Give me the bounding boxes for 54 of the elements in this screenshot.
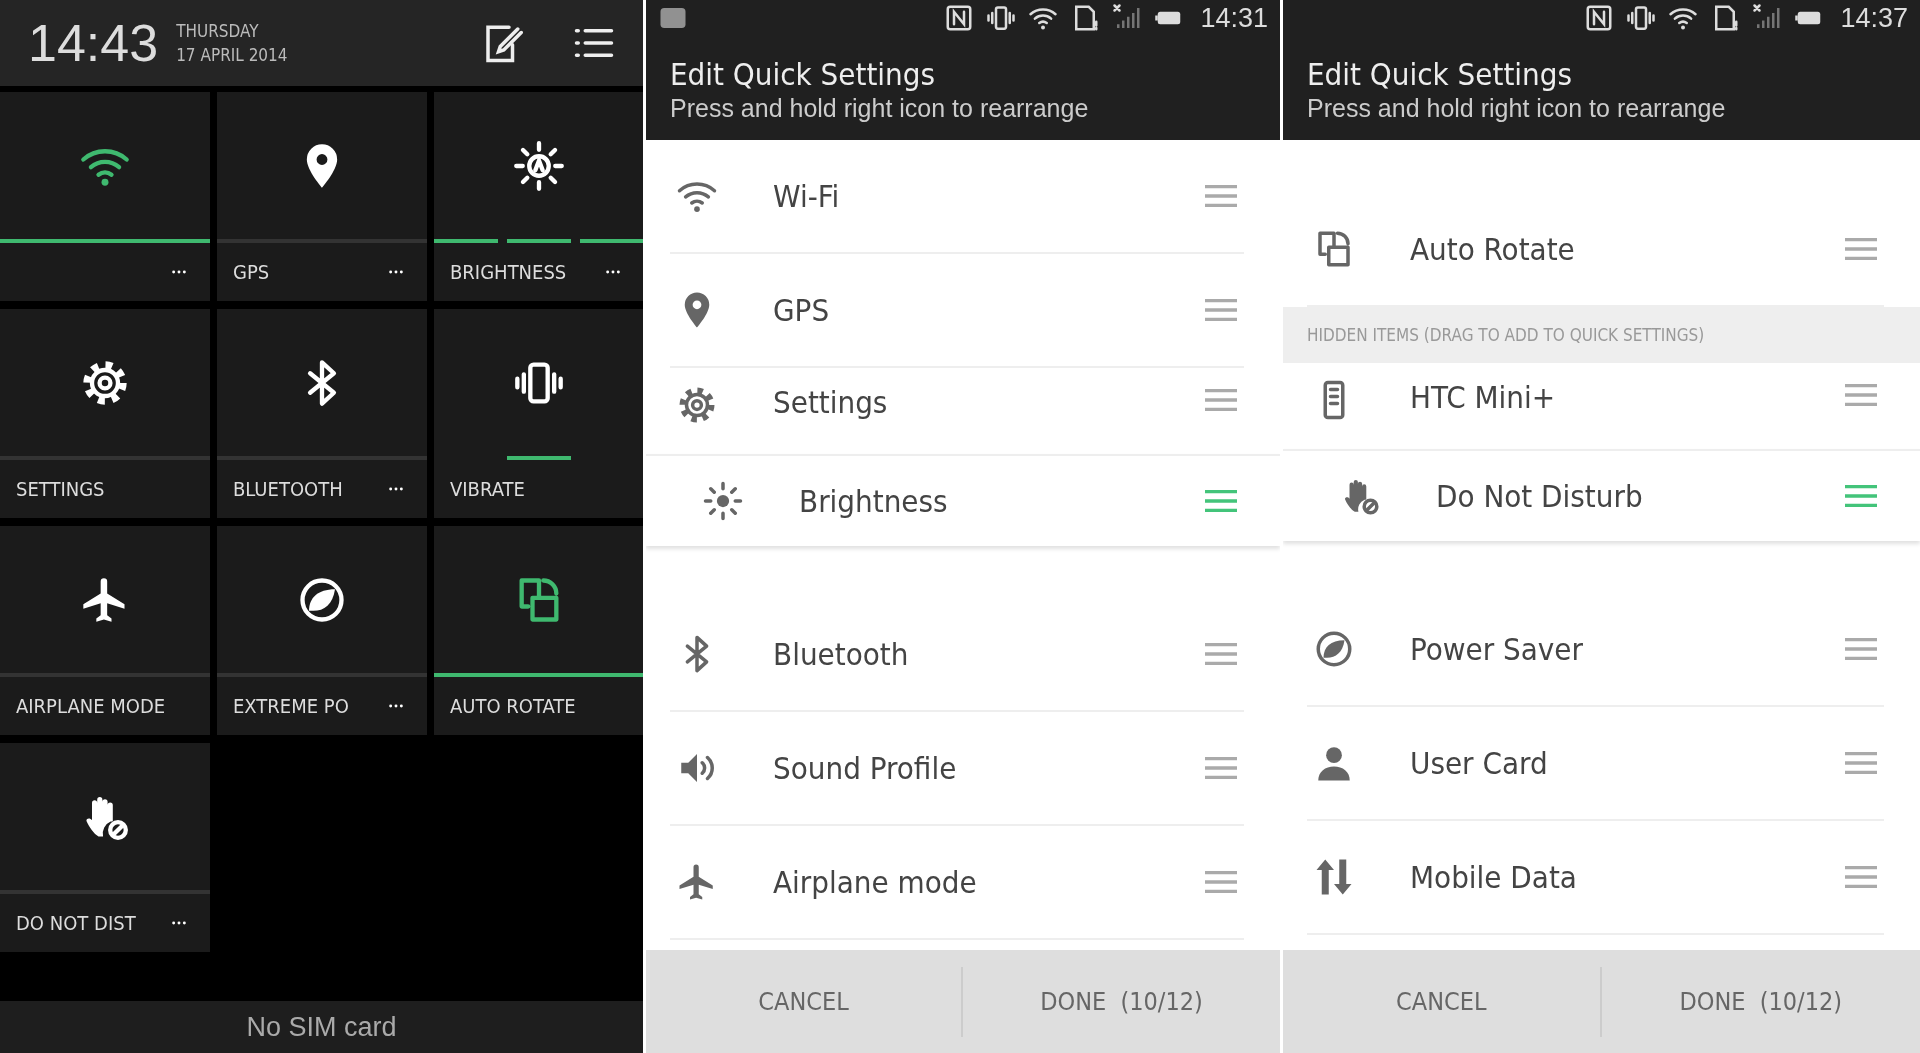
status-time: 14:37 (1840, 2, 1908, 34)
setting-label: Do Not Disturb (1436, 478, 1643, 514)
vibrate-icon (1626, 3, 1657, 33)
tile-label: AIRPLANE MODE (16, 694, 166, 718)
vibrate-icon (986, 3, 1017, 33)
tile-label: AUTO ROTATE (450, 694, 576, 718)
date-label: 17 APRIL 2014 (176, 44, 288, 67)
nfc-icon (1584, 3, 1615, 33)
bar-button[interactable]: DONE (10/12) (1601, 966, 1920, 1037)
setting-label: Settings (773, 384, 888, 420)
setting-label: Bluetooth (773, 636, 909, 672)
clock-time: 14:43 (28, 13, 159, 73)
setting-row[interactable]: Brightness (646, 454, 1280, 546)
setting-label: HTC Mini+ (1410, 379, 1556, 415)
setting-label: Airplane mode (773, 864, 977, 900)
quick-setting-tile[interactable]: AIRPLANE MODE (0, 526, 210, 735)
quick-setting-tile[interactable]: DO NOT DIST (0, 743, 210, 952)
carrier-status: No SIM card (246, 1011, 397, 1043)
bar-button[interactable]: CANCEL (646, 966, 963, 1037)
setting-label: Brightness (799, 483, 948, 519)
screen-subtitle: Press and hold right icon to rearrange (1307, 93, 1727, 123)
screen-title: Edit Quick Settings (670, 54, 936, 94)
quick-setting-tile[interactable]: BLUETOOTH (217, 309, 427, 518)
quick-setting-tile[interactable]: AUTO ROTATE (434, 526, 644, 735)
quick-setting-tile[interactable]: GPS (217, 92, 427, 301)
screen-title: Edit Quick Settings (1307, 54, 1573, 94)
quick-setting-tile[interactable] (0, 92, 210, 301)
setting-label: Sound Profile (773, 750, 957, 786)
tile-label: EXTREME PO (233, 694, 349, 718)
quick-setting-tile[interactable]: EXTREME PO (217, 526, 427, 735)
bar-button[interactable]: CANCEL (1283, 966, 1602, 1037)
setting-label: Wi-Fi (773, 178, 840, 214)
tile-label: BLUETOOTH (233, 477, 343, 501)
tile-label: DO NOT DIST (16, 911, 136, 935)
setting-row[interactable]: Do Not Disturb (1283, 449, 1920, 541)
setting-label: User Card (1410, 745, 1548, 781)
setting-label: Power Saver (1410, 631, 1583, 667)
status-time: 14:31 (1200, 2, 1268, 34)
tile-label: VIBRATE (450, 477, 525, 501)
setting-label: GPS (773, 292, 830, 328)
tile-label: SETTINGS (16, 477, 105, 501)
setting-label: Auto Rotate (1410, 231, 1575, 267)
day-label: THURSDAY (176, 20, 260, 43)
setting-label: Mobile Data (1410, 859, 1577, 895)
tile-label: BRIGHTNESS (450, 260, 567, 284)
quick-setting-tile[interactable]: BRIGHTNESS (434, 92, 644, 301)
bar-button[interactable]: DONE (10/12) (963, 966, 1280, 1037)
sun-icon (702, 480, 744, 522)
nfc-icon (944, 3, 975, 33)
section-title: HIDDEN ITEMS (DRAG TO ADD TO QUICK SETTINGS) (1307, 325, 1705, 345)
tile-label: GPS (233, 260, 270, 284)
screen-subtitle: Press and hold right icon to rearrange (670, 93, 1090, 123)
quick-setting-tile[interactable]: VIBRATE (434, 309, 644, 518)
quick-setting-tile[interactable]: SETTINGS (0, 309, 210, 518)
